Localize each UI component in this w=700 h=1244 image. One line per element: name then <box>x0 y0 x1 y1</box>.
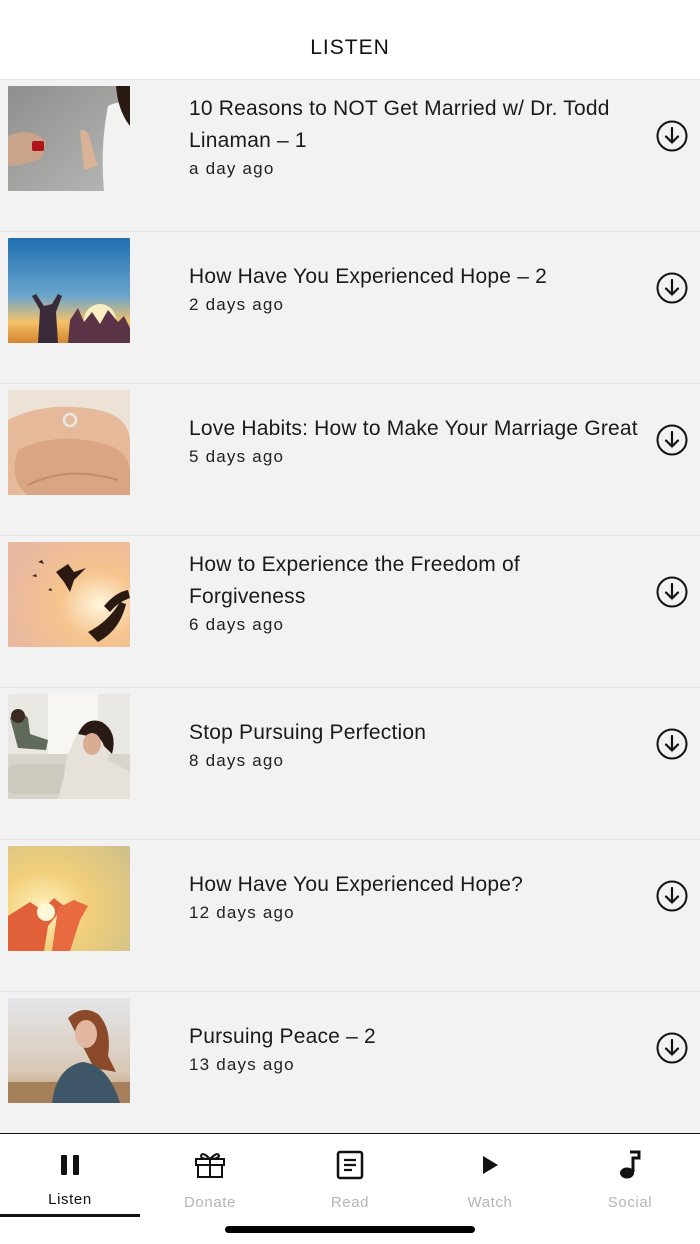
page-title: LISTEN <box>310 35 390 59</box>
tab-listen[interactable]: Listen <box>0 1134 140 1218</box>
tab-label: Donate <box>184 1194 236 1211</box>
episode-row-7[interactable]: Pursuing Peace – 2 13 days ago <box>0 992 700 1133</box>
episode-text: 10 Reasons to NOT Get Married w/ Dr. Tod… <box>189 80 642 231</box>
episode-date: 2 days ago <box>189 294 285 314</box>
download-icon[interactable] <box>656 120 688 152</box>
bottom-tab-bar: Listen Donate Read Watch Social <box>0 1133 700 1244</box>
episode-date: a day ago <box>189 158 275 178</box>
gift-icon <box>194 1150 226 1180</box>
home-indicator <box>225 1226 475 1233</box>
episode-date: 6 days ago <box>189 614 285 634</box>
tab-label: Watch <box>467 1194 513 1211</box>
download-icon[interactable] <box>656 424 688 456</box>
episode-title[interactable]: Stop Pursuing Perfection <box>189 717 642 749</box>
tab-read[interactable]: Read <box>280 1134 420 1218</box>
episode-thumbnail <box>8 694 130 799</box>
episode-title[interactable]: Pursuing Peace – 2 <box>189 1021 642 1053</box>
download-icon[interactable] <box>656 880 688 912</box>
download-icon[interactable] <box>656 728 688 760</box>
episode-text: How Have You Experienced Hope – 2 2 days… <box>189 232 642 383</box>
episode-text: Stop Pursuing Perfection 8 days ago <box>189 688 642 839</box>
tab-watch[interactable]: Watch <box>420 1134 560 1218</box>
episode-date: 12 days ago <box>189 902 295 922</box>
episode-thumbnail <box>8 390 130 495</box>
download-icon[interactable] <box>656 272 688 304</box>
episode-row-5[interactable]: Stop Pursuing Perfection 8 days ago <box>0 688 700 840</box>
active-tab-indicator <box>0 1214 140 1217</box>
episode-thumbnail <box>8 542 130 647</box>
document-icon <box>336 1150 364 1180</box>
episode-thumbnail <box>8 998 130 1103</box>
episode-row-2[interactable]: How Have You Experienced Hope – 2 2 days… <box>0 232 700 384</box>
episode-date: 8 days ago <box>189 750 285 770</box>
pause-icon <box>59 1150 81 1180</box>
episode-list[interactable]: 10 Reasons to NOT Get Married w/ Dr. Tod… <box>0 80 700 1133</box>
tab-donate[interactable]: Donate <box>140 1134 280 1218</box>
play-icon <box>480 1150 500 1180</box>
tab-social[interactable]: Social <box>560 1134 700 1218</box>
episode-title[interactable]: How Have You Experienced Hope – 2 <box>189 261 642 293</box>
episode-date: 5 days ago <box>189 446 285 466</box>
tab-label: Social <box>607 1194 653 1211</box>
tab-label: Read <box>330 1194 370 1211</box>
episode-date: 13 days ago <box>189 1054 295 1074</box>
music-note-icon <box>619 1150 641 1180</box>
episode-title[interactable]: Love Habits: How to Make Your Marriage G… <box>189 413 642 445</box>
episode-thumbnail <box>8 846 130 951</box>
episode-row-1[interactable]: 10 Reasons to NOT Get Married w/ Dr. Tod… <box>0 80 700 232</box>
episode-text: How Have You Experienced Hope? 12 days a… <box>189 840 642 991</box>
top-bar: LISTEN <box>0 0 700 80</box>
episode-text: Pursuing Peace – 2 13 days ago <box>189 992 642 1133</box>
episode-row-4[interactable]: How to Experience the Freedom of Forgive… <box>0 536 700 688</box>
episode-title[interactable]: How to Experience the Freedom of Forgive… <box>189 549 642 613</box>
episode-title[interactable]: 10 Reasons to NOT Get Married w/ Dr. Tod… <box>189 93 642 157</box>
episode-thumbnail <box>8 86 130 191</box>
episode-thumbnail <box>8 238 130 343</box>
download-icon[interactable] <box>656 1032 688 1064</box>
download-icon[interactable] <box>656 576 688 608</box>
tab-label: Listen <box>48 1191 92 1208</box>
episode-row-6[interactable]: How Have You Experienced Hope? 12 days a… <box>0 840 700 992</box>
episode-text: How to Experience the Freedom of Forgive… <box>189 536 642 687</box>
episode-text: Love Habits: How to Make Your Marriage G… <box>189 384 642 535</box>
episode-title[interactable]: How Have You Experienced Hope? <box>189 869 642 901</box>
episode-row-3[interactable]: Love Habits: How to Make Your Marriage G… <box>0 384 700 536</box>
